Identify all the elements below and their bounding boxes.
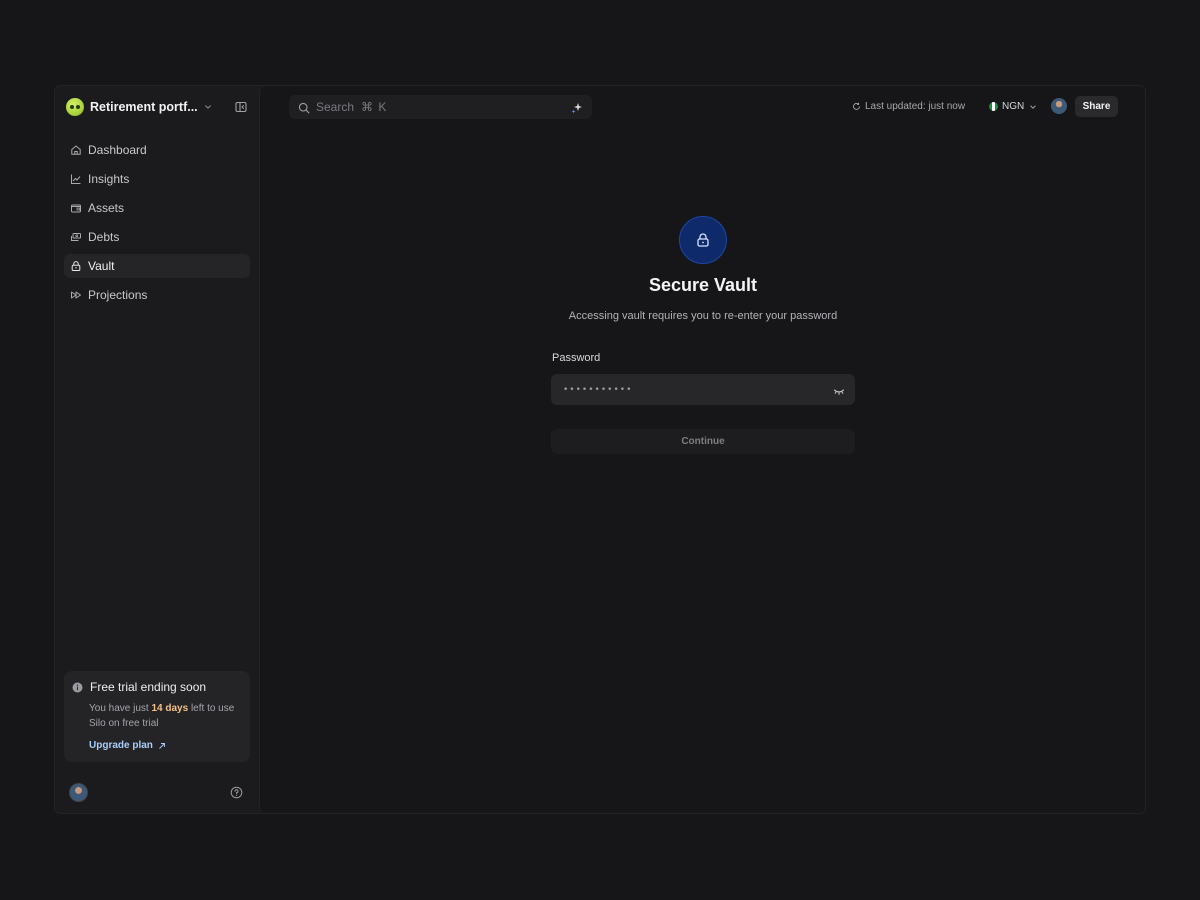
sidebar-item-insights[interactable]: Insights [64, 167, 250, 191]
sidebar-item-label: Assets [88, 201, 125, 215]
eye-closed-icon[interactable] [833, 384, 845, 396]
cash-icon [70, 231, 82, 243]
sidebar-item-label: Dashboard [88, 143, 147, 157]
trial-text-before: You have just [89, 703, 152, 714]
main-panel: Search ⌘ K Last updated: just now NGN Sh… [259, 86, 1145, 813]
sidebar-item-vault[interactable]: Vault [64, 254, 250, 278]
sidebar-item-dashboard[interactable]: Dashboard [64, 138, 250, 162]
password-label: Password [552, 352, 601, 364]
app-window: Retirement portf... Dashboard Insights A… [54, 85, 1146, 814]
search-icon [298, 101, 310, 114]
sparkle-icon[interactable] [571, 101, 583, 114]
chevron-down-icon [1030, 105, 1036, 109]
workspace-avatar [66, 98, 84, 116]
currency-code: NGN [1002, 101, 1025, 112]
search-placeholder: Search [316, 100, 355, 114]
home-icon [70, 144, 82, 156]
chart-line-icon [70, 173, 82, 185]
lock-icon [697, 233, 709, 247]
lock-icon [70, 260, 82, 272]
search-shortcut: ⌘ K [361, 100, 388, 114]
workspace-name: Retirement portf... [90, 100, 198, 114]
nigeria-flag-icon [989, 102, 998, 111]
arrow-up-right-icon [159, 742, 165, 749]
refresh-icon [853, 102, 860, 110]
trial-card: Free trial ending soon You have just 14 … [64, 671, 250, 762]
sidebar-item-label: Insights [88, 172, 130, 186]
vault-title: Secure Vault [648, 275, 758, 295]
wallet-icon [70, 202, 82, 214]
trial-days-highlight: 14 days [151, 703, 189, 714]
password-field[interactable]: ••••••••••• [551, 374, 855, 405]
sidebar-nav: Dashboard Insights Assets Debts Vault Pr… [64, 138, 250, 307]
last-updated-text: Last updated: just now [865, 101, 966, 112]
sidebar-item-label: Projections [88, 288, 148, 302]
vault-lock-badge [679, 216, 727, 264]
last-updated-status: Last updated: just now [852, 101, 965, 112]
upgrade-plan-link[interactable]: Upgrade plan [89, 740, 166, 751]
sidebar-item-assets[interactable]: Assets [64, 196, 250, 220]
sidebar-item-label: Vault [88, 259, 115, 273]
upgrade-plan-label: Upgrade plan [89, 740, 153, 751]
fast-forward-icon [70, 289, 82, 301]
workspace-switcher[interactable]: Retirement portf... [64, 96, 250, 118]
trial-text: You have just 14 days left to use Silo o… [89, 701, 242, 731]
chevron-down-icon [204, 102, 214, 112]
share-button[interactable]: Share [1075, 96, 1118, 117]
collaborator-avatar[interactable] [1051, 98, 1067, 114]
user-avatar[interactable] [69, 783, 88, 802]
sidebar: Retirement portf... Dashboard Insights A… [55, 86, 259, 813]
info-icon [72, 682, 83, 693]
help-icon[interactable] [230, 786, 243, 799]
sidebar-collapse-icon[interactable] [234, 100, 248, 114]
sidebar-item-debts[interactable]: Debts [64, 225, 250, 249]
vault-subtitle: Accessing vault requires you to re-enter… [568, 310, 838, 322]
search-input[interactable]: Search ⌘ K [289, 95, 592, 119]
currency-selector[interactable]: NGN [989, 101, 1037, 112]
sidebar-item-label: Debts [88, 230, 120, 244]
trial-title: Free trial ending soon [90, 680, 207, 694]
continue-button[interactable]: Continue [551, 429, 855, 454]
sidebar-item-projections[interactable]: Projections [64, 283, 250, 307]
